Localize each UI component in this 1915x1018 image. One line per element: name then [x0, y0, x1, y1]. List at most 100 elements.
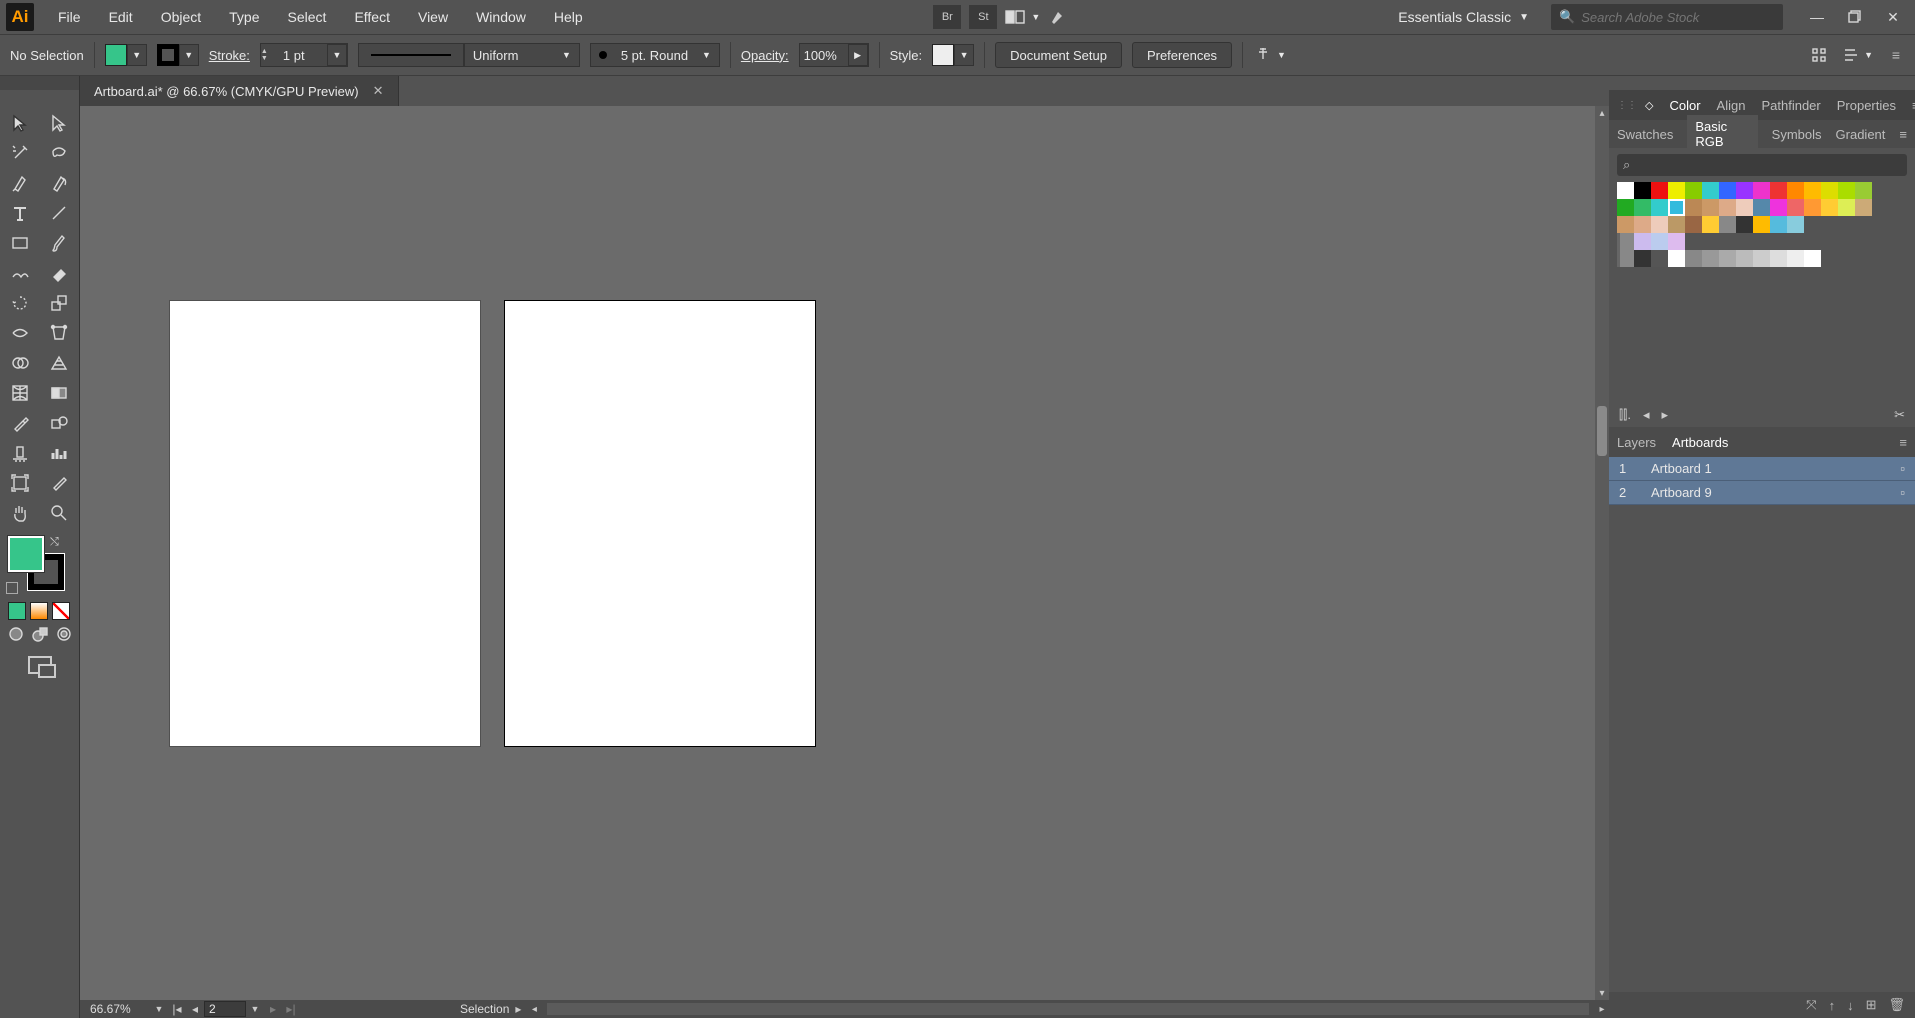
eraser-tool[interactable]: [40, 258, 80, 288]
panel-menu-icon[interactable]: ≡: [1899, 435, 1907, 450]
close-icon[interactable]: ✕: [373, 83, 384, 99]
menu-view[interactable]: View: [404, 0, 462, 34]
prev-artboard-button[interactable]: ◂: [186, 1002, 204, 1016]
artboard-tool[interactable]: [0, 468, 40, 498]
swatch-cell[interactable]: [1651, 182, 1668, 199]
preferences-button[interactable]: Preferences: [1132, 42, 1232, 68]
swatch-cell[interactable]: [1753, 216, 1770, 233]
swatch-cell[interactable]: [1855, 199, 1872, 216]
swatch-search-field[interactable]: ⌕: [1617, 154, 1907, 176]
menu-help[interactable]: Help: [540, 0, 597, 34]
stroke-weight-input[interactable]: [279, 48, 327, 63]
swatch-cell[interactable]: [1651, 233, 1668, 250]
workspace-switcher[interactable]: Essentials Classic ▼: [1384, 3, 1543, 31]
symbol-sprayer-tool[interactable]: [0, 438, 40, 468]
swatch-cell[interactable]: [1685, 199, 1702, 216]
scrollbar-thumb[interactable]: [1597, 406, 1607, 456]
selection-tool[interactable]: [0, 108, 40, 138]
swatch-cell[interactable]: [1634, 233, 1651, 250]
swatch-cell[interactable]: [1651, 250, 1668, 267]
swatch-cell[interactable]: [1736, 216, 1753, 233]
last-artboard-button[interactable]: ▸|: [282, 1002, 300, 1016]
mesh-tool[interactable]: [0, 378, 40, 408]
swatch-cell[interactable]: [1838, 182, 1855, 199]
next-swatch-icon[interactable]: ▸: [1661, 407, 1668, 423]
scroll-down-icon[interactable]: ▾: [1595, 986, 1609, 1000]
tab-align[interactable]: Align: [1717, 98, 1746, 113]
swatch-libraries-icon[interactable]: ⫿⫿.: [1619, 407, 1631, 423]
draw-behind-button[interactable]: [32, 626, 52, 646]
swatch-cell[interactable]: [1804, 182, 1821, 199]
status-menu-icon[interactable]: ▸: [509, 1002, 527, 1016]
swatch-cell[interactable]: [1770, 199, 1787, 216]
gradient-tool[interactable]: [40, 378, 80, 408]
stroke-weight-field[interactable]: ▲▼ ▼: [260, 43, 348, 67]
swatch-cell[interactable]: [1634, 199, 1651, 216]
swatch-cell[interactable]: [1702, 199, 1719, 216]
window-minimize-button[interactable]: —: [1809, 9, 1825, 25]
next-artboard-button[interactable]: ▸: [264, 1002, 282, 1016]
swatch-cell[interactable]: [1787, 199, 1804, 216]
swatch-cell[interactable]: [1617, 250, 1634, 267]
edit-swatch-icon[interactable]: ✂: [1894, 407, 1905, 423]
expand-icon[interactable]: ◇: [1645, 99, 1653, 112]
transform-proxy[interactable]: ▼: [1253, 45, 1286, 65]
tab-artboards[interactable]: Artboards: [1672, 435, 1728, 450]
swatch-cell[interactable]: [1736, 250, 1753, 267]
new-artboard-icon[interactable]: ⊞: [1866, 997, 1877, 1013]
pen-tool[interactable]: [0, 168, 40, 198]
align-to-icon[interactable]: [1810, 46, 1828, 64]
swatch-cell[interactable]: [1838, 199, 1855, 216]
swatch-cell[interactable]: [1634, 216, 1651, 233]
swatch-cell[interactable]: [1668, 199, 1685, 216]
artboard-list-row[interactable]: 1 Artboard 1 ▫: [1609, 457, 1915, 481]
hand-tool[interactable]: [0, 498, 40, 528]
graphic-style-control[interactable]: ▼: [932, 44, 974, 66]
swatch-cell[interactable]: [1617, 182, 1634, 199]
delete-artboard-icon[interactable]: 🗑: [1888, 997, 1905, 1013]
swatch-cell[interactable]: [1668, 233, 1685, 250]
tab-swatches[interactable]: Swatches: [1617, 127, 1673, 142]
fill-proxy[interactable]: [8, 536, 44, 572]
swatch-cell[interactable]: [1702, 250, 1719, 267]
none-mode-button[interactable]: [52, 602, 70, 620]
arrange-docs-button[interactable]: ▼: [1005, 9, 1040, 25]
swatch-cell[interactable]: [1668, 216, 1685, 233]
swatch-cell[interactable]: [1702, 216, 1719, 233]
search-stock-input[interactable]: [1581, 10, 1775, 25]
draw-normal-button[interactable]: [8, 626, 28, 646]
swatch-cell[interactable]: [1651, 216, 1668, 233]
line-tool[interactable]: [40, 198, 80, 228]
swatch-cell[interactable]: [1651, 199, 1668, 216]
swatch-cell[interactable]: [1804, 199, 1821, 216]
artboard-nav-field[interactable]: [204, 1001, 246, 1017]
rectangle-tool[interactable]: [0, 228, 40, 258]
menu-effect[interactable]: Effect: [340, 0, 404, 34]
horizontal-scrollbar[interactable]: [547, 1003, 1589, 1015]
window-close-button[interactable]: ✕: [1885, 9, 1901, 25]
prev-swatch-icon[interactable]: ◂: [1643, 407, 1650, 423]
scroll-right-icon[interactable]: ▸: [1595, 1004, 1609, 1015]
stroke-label[interactable]: Stroke:: [209, 48, 250, 63]
stock-button[interactable]: St: [969, 5, 997, 29]
artboard-1[interactable]: [170, 301, 480, 746]
tab-symbols[interactable]: Symbols: [1772, 127, 1822, 142]
zoom-level[interactable]: 66.67%: [80, 1002, 150, 1016]
direct-selection-tool[interactable]: [40, 108, 80, 138]
swap-fill-stroke-icon[interactable]: ⤭: [50, 536, 59, 549]
swatch-cell[interactable]: [1634, 250, 1651, 267]
blend-tool[interactable]: [40, 408, 80, 438]
swatch-cell[interactable]: [1719, 250, 1736, 267]
scroll-up-icon[interactable]: ▴: [1595, 106, 1609, 120]
align-options[interactable]: ▼: [1842, 47, 1873, 63]
chevron-down-icon[interactable]: ▼: [150, 1004, 168, 1014]
swatch-cell[interactable]: [1668, 250, 1685, 267]
color-mode-button[interactable]: [8, 602, 26, 620]
default-fill-stroke-icon[interactable]: [6, 582, 18, 594]
swatch-cell[interactable]: [1736, 199, 1753, 216]
move-up-icon[interactable]: ↑: [1829, 998, 1836, 1013]
swatch-cell[interactable]: [1753, 199, 1770, 216]
swatch-cell[interactable]: [1770, 250, 1787, 267]
opacity-label[interactable]: Opacity:: [741, 48, 789, 63]
eyedropper-tool[interactable]: [0, 408, 40, 438]
